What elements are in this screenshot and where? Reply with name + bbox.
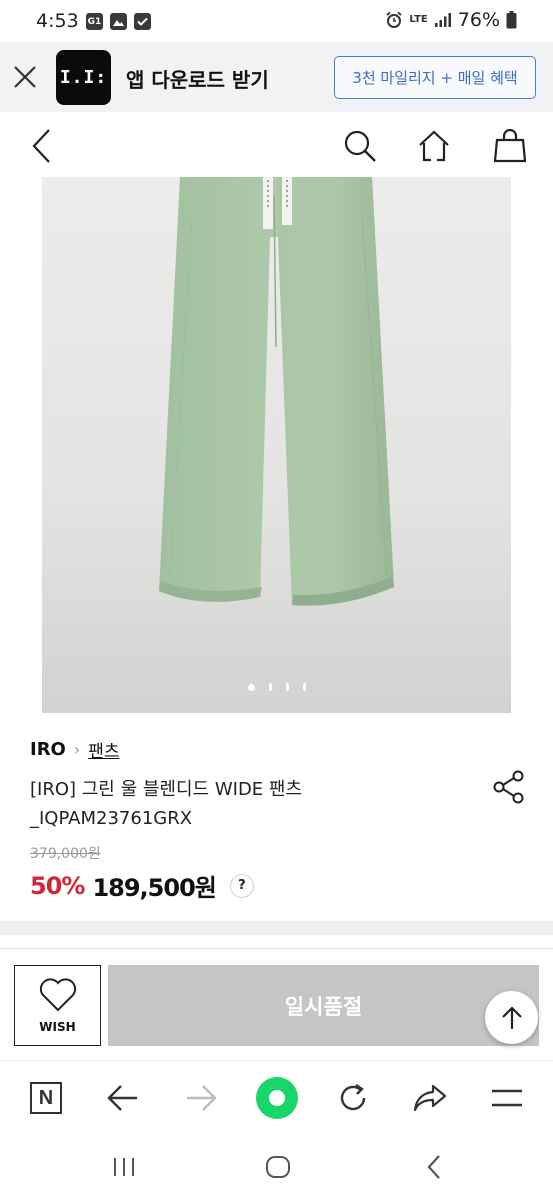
arrow-left-icon [107,1085,137,1111]
green-dot-button[interactable] [256,1077,298,1119]
home-button[interactable] [414,126,454,166]
check-notification-icon [134,13,151,30]
browser-forward-button[interactable] [180,1077,222,1119]
search-icon [344,130,376,162]
menu-button[interactable] [486,1077,528,1119]
heart-icon [39,977,76,1011]
chevron-right-icon: › [73,740,81,759]
sale-price: 189,500원 [92,874,216,902]
nav-header [0,112,553,178]
notification-icons: G1 [86,13,151,30]
lte-indicator: LTE [409,14,428,25]
android-home-button[interactable] [258,1152,298,1182]
carousel-dot[interactable] [268,683,272,691]
reload-button[interactable] [332,1077,374,1119]
alarm-icon [386,11,402,28]
wish-label: WISH [39,1019,76,1034]
battery-percent: 76% [457,9,500,31]
refresh-icon [340,1084,366,1111]
cart-button[interactable] [490,126,530,166]
android-navigation-bar [0,1134,553,1200]
status-bar: 4:53 G1 LTE 76% [0,0,553,42]
share-icon [493,770,524,804]
section-divider [0,921,553,935]
browser-toolbar: N [0,1060,553,1134]
shopping-bag-icon [494,129,526,163]
close-banner-button[interactable] [11,63,39,91]
home-icon [419,130,449,162]
recent-apps-button[interactable] [104,1152,144,1182]
product-title-line2: _IQPAM23761GRX [30,808,193,829]
banner-title[interactable]: 앱 다운로드 받기 [126,64,269,93]
app-download-button[interactable]: 3천 마일리지 + 매일 혜택 [334,56,536,99]
category-link[interactable]: 팬츠 [88,737,119,762]
original-price: 379,000원 [30,846,101,862]
share-arrow-icon [413,1084,447,1112]
carousel-dot[interactable] [302,683,306,691]
app-download-banner: I.I: 앱 다운로드 받기 3천 마일리지 + 매일 혜택 [0,42,553,112]
g1-notification-icon: G1 [86,13,103,30]
signal-icon [434,13,451,27]
system-icons: LTE 76% [385,9,517,31]
discount-rate: 50% [30,871,85,900]
arrow-right-icon [187,1085,217,1111]
close-icon [14,66,36,88]
product-info: IRO › 팬츠 [IRO] 그린 울 블렌디드 WIDE 팬츠 _IQPAM2… [0,713,553,921]
share-page-button[interactable] [409,1077,451,1119]
product-image-carousel[interactable] [42,177,511,713]
gallery-notification-icon [110,13,127,30]
back-chevron-icon [427,1155,440,1179]
brand-link[interactable]: IRO [30,739,66,760]
price-row: 50% 189,500원 ? [30,868,254,903]
carousel-dot[interactable] [285,683,289,691]
browser-back-button[interactable] [102,1077,144,1119]
battery-icon [506,11,517,29]
wish-button[interactable]: WISH [14,965,101,1046]
app-logo[interactable]: I.I: [56,50,111,105]
arrow-up-icon [501,1005,522,1029]
naver-home-button[interactable]: N [25,1077,67,1119]
naver-n-icon: N [30,1082,62,1114]
price-help-icon[interactable]: ? [229,873,254,898]
product-photo-pants [159,177,394,606]
product-title: [IRO] 그린 울 블렌디드 WIDE 팬츠 _IQPAM23761GRX [30,775,470,833]
home-circle-icon [266,1156,290,1178]
back-button[interactable] [22,126,62,166]
status-time: 4:53 [36,10,79,32]
breadcrumb: IRO › 팬츠 [30,737,120,762]
product-title-line1: [IRO] 그린 울 블렌디드 WIDE 팬츠 [30,779,303,800]
recent-apps-icon [114,1158,134,1176]
search-button[interactable] [340,126,380,166]
green-dot-icon [256,1077,298,1119]
purchase-bar: WISH 일시품절 [0,948,553,1060]
share-button[interactable] [493,770,525,804]
hamburger-icon [492,1089,522,1107]
carousel-indicator [42,683,511,691]
android-back-button[interactable] [414,1152,454,1182]
chevron-left-icon [32,129,50,163]
scroll-to-top-button[interactable] [485,991,538,1044]
sold-out-button[interactable]: 일시품절 [108,965,539,1046]
carousel-dot[interactable] [247,683,255,691]
